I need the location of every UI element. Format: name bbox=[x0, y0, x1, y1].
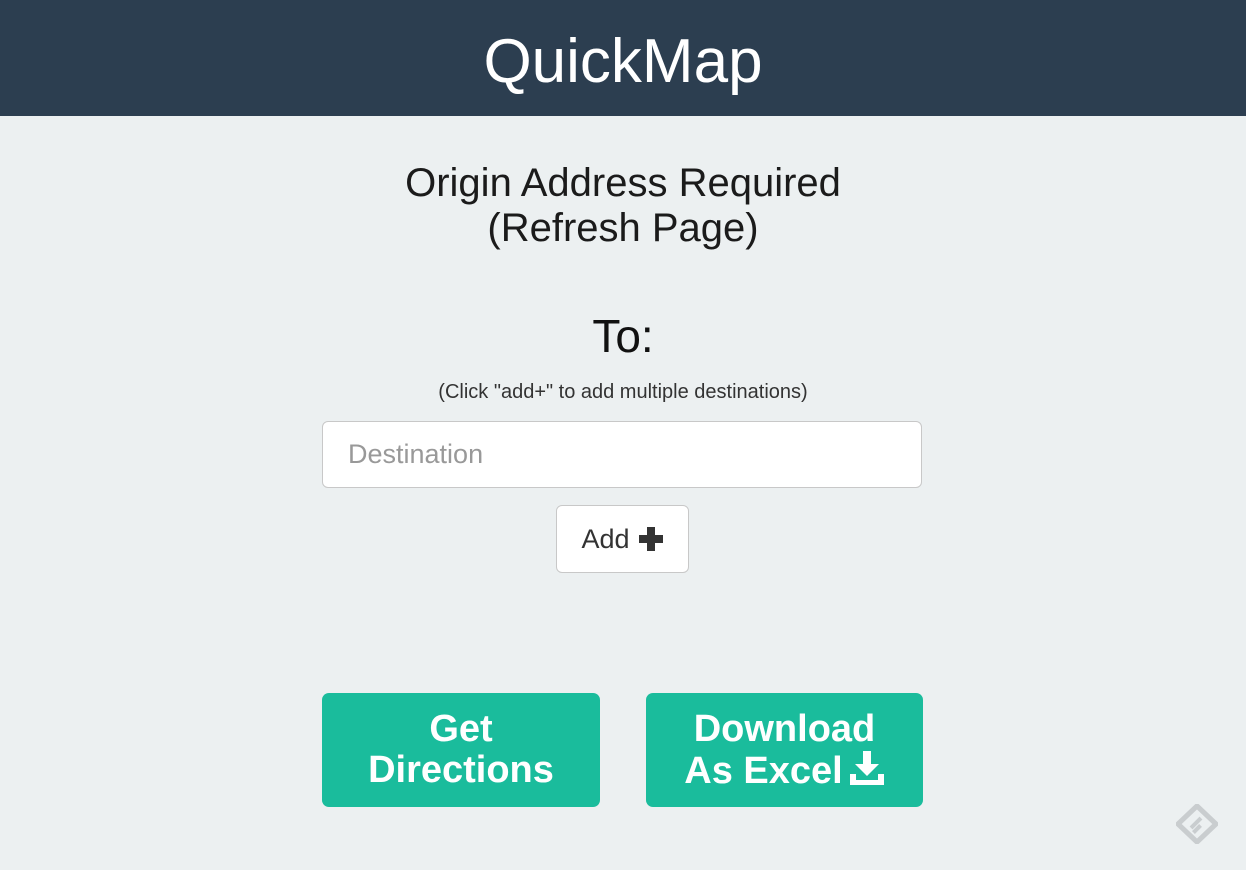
destination-heading: To: bbox=[592, 310, 654, 362]
plus-icon bbox=[638, 526, 664, 552]
get-directions-button[interactable]: Get Directions bbox=[322, 693, 600, 807]
refresh-page-line: (Refresh Page) bbox=[487, 206, 759, 250]
origin-required-line: Origin Address Required bbox=[405, 161, 841, 205]
add-button-label: Add bbox=[581, 523, 630, 554]
add-destination-button[interactable]: Add bbox=[556, 505, 689, 573]
download-excel-line1: Download bbox=[693, 707, 876, 750]
app-title: QuickMap bbox=[483, 27, 763, 96]
download-excel-line2-wrap: As Excel bbox=[684, 750, 884, 792]
app-header: QuickMap bbox=[0, 0, 1246, 116]
download-excel-line2: As Excel bbox=[684, 749, 843, 792]
destination-hint: (Click "add+" to add multiple destinatio… bbox=[438, 381, 808, 403]
get-directions-line1: Get bbox=[429, 708, 493, 750]
get-directions-line2: Directions bbox=[368, 749, 554, 791]
feedly-logo-icon[interactable] bbox=[1175, 803, 1219, 845]
download-icon bbox=[849, 750, 885, 786]
destination-input[interactable] bbox=[322, 421, 922, 488]
origin-required-message: Origin Address Required (Refresh Page) bbox=[0, 161, 1246, 251]
download-excel-button[interactable]: Download As Excel bbox=[646, 693, 923, 807]
